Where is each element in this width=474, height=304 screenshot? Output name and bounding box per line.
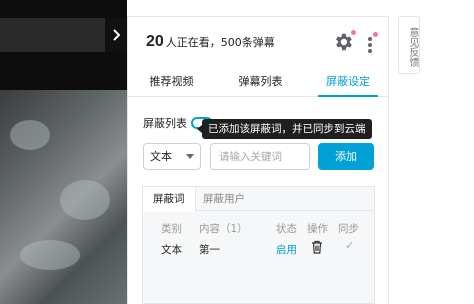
trash-icon[interactable] bbox=[311, 240, 323, 254]
settings-gear-icon[interactable] bbox=[332, 30, 356, 53]
notification-dot bbox=[351, 30, 356, 35]
feedback-button[interactable]: 意见反馈 bbox=[398, 16, 420, 74]
column-header-status: 状态 bbox=[276, 223, 297, 235]
notification-dot bbox=[373, 32, 378, 37]
block-type-select[interactable]: 文本 bbox=[143, 143, 201, 170]
tab-danmaku-list[interactable]: 弹幕列表 bbox=[223, 67, 298, 97]
column-header-sync: 同步 bbox=[338, 223, 359, 235]
tab-recommended-videos[interactable]: 推荐视频 bbox=[134, 67, 209, 97]
chevron-down-icon bbox=[186, 154, 194, 159]
keyword-input[interactable] bbox=[210, 143, 310, 170]
subtab-block-users[interactable]: 屏蔽用户 bbox=[193, 187, 255, 211]
block-type-value: 文本 bbox=[150, 150, 172, 163]
video-player[interactable] bbox=[0, 0, 127, 304]
more-vertical-icon[interactable] bbox=[364, 32, 378, 55]
row-content: 第一 bbox=[199, 244, 220, 256]
row-status-toggle[interactable]: 启用 bbox=[276, 242, 297, 257]
block-list-label: 屏蔽列表 bbox=[143, 117, 187, 130]
viewer-count: 20 bbox=[146, 33, 164, 50]
viewer-danmaku-summary: 人正在看，500条弹幕 bbox=[165, 36, 275, 49]
sync-tooltip: 已添加该屏蔽词，并已同步到云端 bbox=[197, 119, 372, 139]
row-type: 文本 bbox=[161, 244, 182, 256]
block-list-subtabs: 屏蔽词 屏蔽用户 bbox=[143, 187, 374, 212]
tab-block-settings[interactable]: 屏蔽设定 bbox=[313, 67, 383, 97]
video-top-bar bbox=[0, 18, 105, 52]
video-frame bbox=[0, 90, 127, 304]
column-header-content: 内容（1） bbox=[199, 223, 248, 235]
chevron-right-icon bbox=[113, 29, 120, 41]
check-icon: ✓ bbox=[345, 239, 355, 252]
block-list-box: 屏蔽词 屏蔽用户 类别 内容（1） 状态 操作 同步 文本 第一 启用 ✓ bbox=[142, 186, 375, 304]
collapse-panel-button[interactable] bbox=[105, 18, 127, 52]
panel-tabs: 推荐视频 弹幕列表 屏蔽设定 bbox=[128, 67, 388, 97]
subtab-block-words[interactable]: 屏蔽词 bbox=[143, 187, 196, 212]
column-header-action: 操作 bbox=[307, 223, 328, 235]
active-tab-indicator bbox=[318, 95, 378, 97]
column-header-type: 类别 bbox=[161, 223, 182, 235]
add-keyword-button[interactable]: 添加 bbox=[318, 143, 374, 170]
